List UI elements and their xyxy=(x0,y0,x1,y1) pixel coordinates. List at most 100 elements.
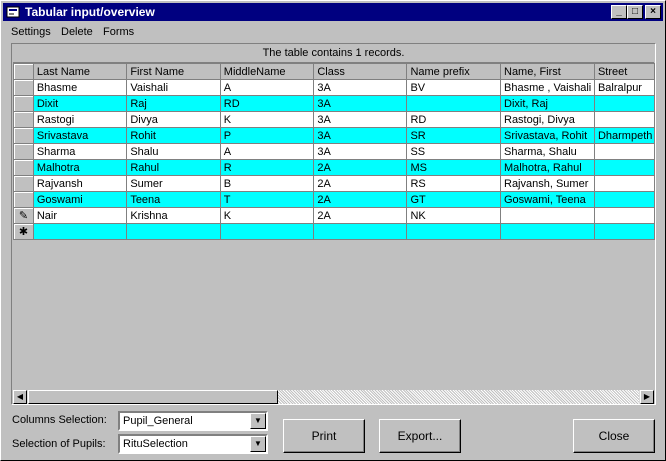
table-cell[interactable]: Sharma xyxy=(32,143,128,160)
table-cell[interactable]: Bhasme xyxy=(32,79,128,96)
close-button[interactable]: Close xyxy=(573,419,655,453)
table-cell[interactable] xyxy=(219,223,315,240)
column-header[interactable]: First Name xyxy=(126,63,221,80)
pupils-selection-combo[interactable]: RituSelection ▼ xyxy=(118,434,268,454)
columns-dropdown-button[interactable]: ▼ xyxy=(250,413,266,429)
table-cell[interactable] xyxy=(32,223,128,240)
table-cell[interactable]: 3A xyxy=(313,111,408,128)
scroll-right-button[interactable]: ▶ xyxy=(640,390,654,404)
table-cell[interactable]: Rajvansh, Sumer xyxy=(500,175,595,192)
table-cell[interactable]: K xyxy=(219,111,315,128)
column-header[interactable]: Street xyxy=(593,63,655,80)
table-row[interactable]: Srivastava Rohit P 3A SR Srivastava, Rohit Dha… xyxy=(13,127,655,144)
table-cell[interactable]: Balralpur xyxy=(593,79,655,96)
table-cell[interactable] xyxy=(593,175,655,192)
table-cell[interactable]: K xyxy=(219,207,315,224)
table-cell[interactable] xyxy=(593,95,655,112)
table-cell[interactable] xyxy=(593,191,655,208)
table-cell[interactable]: A xyxy=(219,143,315,160)
table-row[interactable]: Rajvansh Sumer B 2A RS Rajvansh, Sumer xyxy=(13,175,655,192)
row-selector[interactable] xyxy=(13,175,34,192)
row-selector[interactable] xyxy=(13,95,34,112)
table-cell[interactable]: Rajvansh xyxy=(32,175,128,192)
column-header[interactable]: Name prefix xyxy=(406,63,501,80)
row-selector[interactable] xyxy=(13,79,34,96)
table-cell[interactable]: 3A xyxy=(313,79,408,96)
column-header[interactable]: MiddleName xyxy=(219,63,315,80)
table-cell[interactable]: SR xyxy=(406,127,501,144)
scroll-thumb[interactable] xyxy=(28,390,278,404)
table-cell[interactable]: RD xyxy=(406,111,501,128)
table-row[interactable]: Sharma Shalu A 3A SS Sharma, Shalu xyxy=(13,143,655,160)
table-cell[interactable]: R xyxy=(219,159,315,176)
table-cell[interactable] xyxy=(593,223,655,240)
table-cell[interactable]: SS xyxy=(406,143,501,160)
row-selector[interactable]: ✱ xyxy=(13,223,34,240)
table-cell[interactable] xyxy=(593,207,655,224)
table-cell[interactable] xyxy=(126,223,221,240)
table-cell[interactable]: MS xyxy=(406,159,501,176)
table-cell[interactable] xyxy=(500,223,595,240)
row-selector[interactable]: ✎ xyxy=(13,207,34,224)
table-cell[interactable]: B xyxy=(219,175,315,192)
table-cell[interactable]: RD xyxy=(219,95,315,112)
table-cell[interactable] xyxy=(406,223,501,240)
table-cell[interactable]: RS xyxy=(406,175,501,192)
table-cell[interactable]: NK xyxy=(406,207,501,224)
table-cell[interactable]: Srivastava xyxy=(32,127,128,144)
table-cell[interactable]: 3A xyxy=(313,143,408,160)
table-cell[interactable]: Krishna xyxy=(126,207,221,224)
table-cell[interactable]: Nair xyxy=(32,207,128,224)
row-selector[interactable] xyxy=(13,127,34,144)
table-row[interactable]: Malhotra Rahul R 2A MS Malhotra, Rahul xyxy=(13,159,655,176)
table-row[interactable]: Goswami Teena T 2A GT Goswami, Teena xyxy=(13,191,655,208)
table-cell[interactable]: Shalu xyxy=(126,143,221,160)
table-cell[interactable]: Dixit xyxy=(32,95,128,112)
table-cell[interactable]: Malhotra xyxy=(32,159,128,176)
table-cell[interactable]: Goswami xyxy=(32,191,128,208)
table-cell[interactable] xyxy=(593,111,655,128)
table-cell[interactable]: Dharmpeth xyxy=(593,127,655,144)
print-button[interactable]: Print xyxy=(283,419,365,453)
menu-delete[interactable]: Delete xyxy=(61,26,93,38)
table-cell[interactable] xyxy=(406,95,501,112)
table-cell[interactable]: GT xyxy=(406,191,501,208)
table-cell[interactable]: A xyxy=(219,79,315,96)
table-row[interactable]: Rastogi Divya K 3A RD Rastogi, Divya xyxy=(13,111,655,128)
close-window-button[interactable]: × xyxy=(645,5,661,19)
table-cell[interactable]: BV xyxy=(406,79,501,96)
table-cell[interactable]: Teena xyxy=(126,191,221,208)
column-header[interactable]: Name, First xyxy=(500,63,595,80)
table-cell[interactable] xyxy=(313,223,408,240)
minimize-button[interactable]: _ xyxy=(611,5,627,19)
table-cell[interactable]: Rohit xyxy=(126,127,221,144)
select-all-corner[interactable] xyxy=(13,63,34,80)
table-cell[interactable]: 3A xyxy=(313,127,408,144)
table-cell[interactable] xyxy=(500,207,595,224)
export-button[interactable]: Export... xyxy=(379,419,461,453)
table-cell[interactable]: P xyxy=(219,127,315,144)
table-cell[interactable]: Rahul xyxy=(126,159,221,176)
title-bar[interactable]: Tabular input/overview _ □ × xyxy=(3,3,663,21)
column-header[interactable]: Class xyxy=(313,63,408,80)
row-selector[interactable] xyxy=(13,191,34,208)
table-cell[interactable]: 2A xyxy=(313,159,408,176)
scroll-track[interactable] xyxy=(278,390,639,404)
table-cell[interactable]: Bhasme , Vaishali xyxy=(500,79,595,96)
row-selector[interactable] xyxy=(13,159,34,176)
menu-settings[interactable]: Settings xyxy=(11,26,51,38)
table-cell[interactable]: Rastogi xyxy=(32,111,128,128)
table-cell[interactable]: T xyxy=(219,191,315,208)
table-row[interactable]: Dixit Raj RD 3A Dixit, Raj xyxy=(13,95,655,112)
records-table[interactable]: Last Name First Name MiddleName Class Na… xyxy=(13,63,655,240)
table-cell[interactable]: Goswami, Teena xyxy=(500,191,595,208)
table-cell[interactable]: 3A xyxy=(313,95,408,112)
row-selector[interactable] xyxy=(13,111,34,128)
table-cell[interactable]: Sharma, Shalu xyxy=(500,143,595,160)
menu-forms[interactable]: Forms xyxy=(103,26,134,38)
table-cell[interactable]: Divya xyxy=(126,111,221,128)
table-cell[interactable]: Rastogi, Divya xyxy=(500,111,595,128)
horizontal-scrollbar[interactable]: ◀ ▶ xyxy=(13,390,654,404)
columns-selection-combo[interactable]: Pupil_General ▼ xyxy=(118,411,268,431)
maximize-button[interactable]: □ xyxy=(627,5,643,19)
